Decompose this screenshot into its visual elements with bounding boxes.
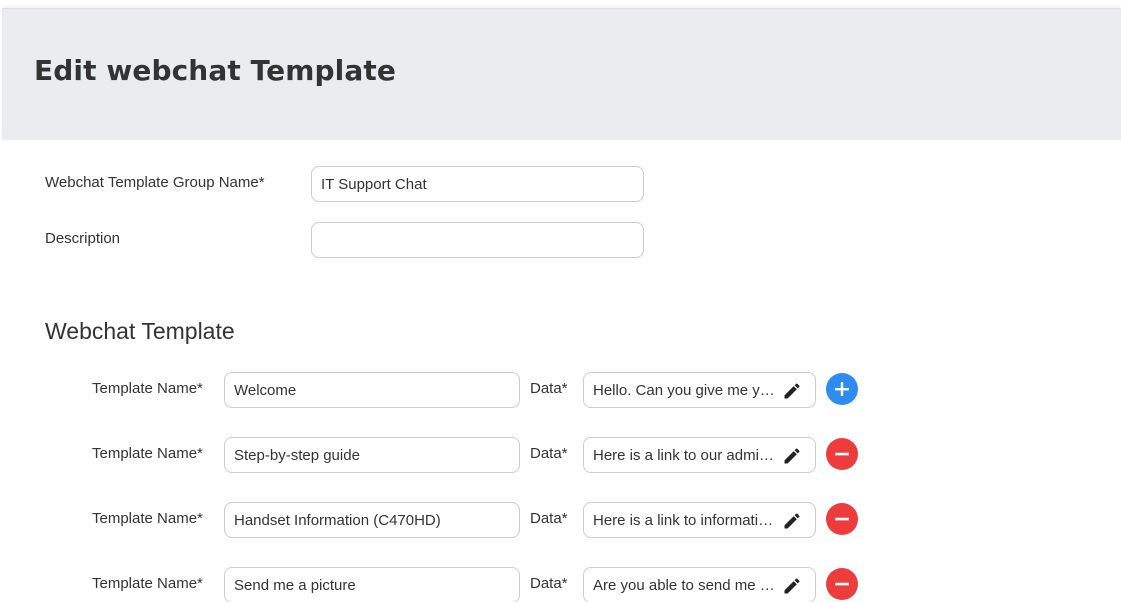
template-row: Template Name* Data* Are you able to send … <box>0 567 1121 602</box>
remove-template-button[interactable] <box>826 438 858 470</box>
template-name-label: Template Name* <box>92 575 203 592</box>
remove-template-button[interactable] <box>826 503 858 535</box>
template-name-input[interactable] <box>224 372 520 408</box>
add-template-button[interactable] <box>826 373 858 405</box>
template-data-field[interactable]: Are you able to send me a picture <box>583 567 816 602</box>
description-label: Description <box>45 230 121 247</box>
plus-icon <box>826 373 858 405</box>
group-name-label: Webchat Template Group Name* <box>45 174 265 191</box>
template-row: Template Name* Data* Hello. Can you give m… <box>0 372 1121 408</box>
pencil-icon[interactable] <box>782 576 802 596</box>
description-input[interactable] <box>311 222 644 258</box>
minus-icon <box>826 438 858 470</box>
pencil-icon[interactable] <box>782 511 802 531</box>
data-label: Data* <box>530 510 568 527</box>
template-data-preview: Are you able to send me a picture <box>593 577 775 594</box>
group-name-input[interactable] <box>311 166 644 202</box>
template-data-field[interactable]: Here is a link to information about the … <box>583 502 816 538</box>
minus-icon <box>826 568 858 600</box>
template-name-input[interactable] <box>224 502 520 538</box>
pencil-icon[interactable] <box>782 381 802 401</box>
template-data-preview: Here is a link to information about the … <box>593 512 775 529</box>
section-title: Webchat Template <box>45 318 235 344</box>
template-data-preview: Here is a link to our admin guide <box>593 447 775 464</box>
template-row: Template Name* Data* Here is a link to our… <box>0 437 1121 473</box>
template-data-field[interactable]: Hello. Can you give me your name and pho… <box>583 372 816 408</box>
template-name-label: Template Name* <box>92 380 203 397</box>
page-title: Edit webchat Template <box>34 54 396 87</box>
template-name-input[interactable] <box>224 567 520 602</box>
data-label: Data* <box>530 445 568 462</box>
template-name-input[interactable] <box>224 437 520 473</box>
pencil-icon[interactable] <box>782 446 802 466</box>
template-name-label: Template Name* <box>92 445 203 462</box>
data-label: Data* <box>530 380 568 397</box>
remove-template-button[interactable] <box>826 568 858 600</box>
edit-template-page: Edit webchat Template Webchat Template G… <box>0 0 1121 602</box>
minus-icon <box>826 503 858 535</box>
template-name-label: Template Name* <box>92 510 203 527</box>
template-data-field[interactable]: Here is a link to our admin guide <box>583 437 816 473</box>
template-data-preview: Hello. Can you give me your name and pho… <box>593 382 775 399</box>
template-row: Template Name* Data* Here is a link to inf… <box>0 502 1121 538</box>
data-label: Data* <box>530 575 568 592</box>
